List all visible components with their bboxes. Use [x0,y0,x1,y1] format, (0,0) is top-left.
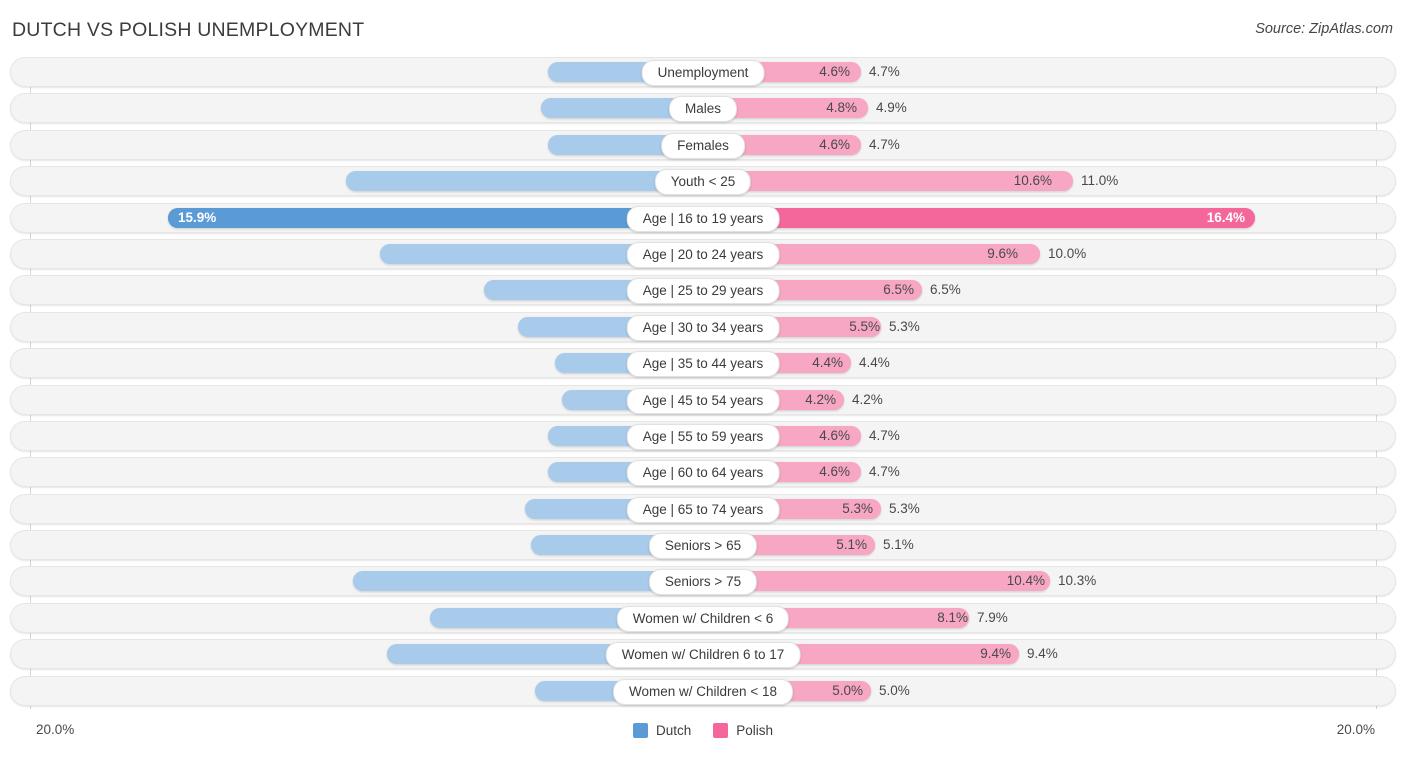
value-label-dutch: 4.2% [805,391,836,407]
legend-label: Dutch [655,723,692,738]
legend-item[interactable]: Dutch [632,723,692,738]
value-label-dutch: 4.8% [826,100,857,116]
category-label-pill: Women w/ Children 6 to 17 [605,642,801,669]
value-label-polish: 4.4% [859,355,890,371]
value-label-polish: 4.9% [876,100,907,116]
category-label-pill: Women w/ Children < 6 [616,605,790,632]
bar-row: 6.5% 6.5% Age | 25 to 29 years [0,275,1406,306]
bar-row: 5.0% 5.0% Women w/ Children < 18 [0,675,1406,706]
bar-row: 5.1% 5.1% Seniors > 65 [0,530,1406,561]
bar-row: 4.6% 4.7% Unemployment [0,57,1406,87]
category-label-pill: Age | 25 to 29 years [626,278,780,305]
chart-plot-area: 4.6% 4.7% Unemployment 4.8% 4.9% Males 4.6% 4.7… [0,57,1406,714]
value-label-polish: 5.3% [889,500,920,516]
category-label-pill: Females [661,132,745,159]
value-label-dutch: 5.0% [832,682,863,698]
legend-swatch-icon [632,723,648,738]
value-label-polish: 4.2% [852,391,883,407]
category-label-pill: Unemployment [641,60,765,86]
bar-row: 4.6% 4.7% Age | 60 to 64 years [0,457,1406,488]
bar-dutch [346,171,703,192]
category-label-pill: Women w/ Children < 18 [613,678,793,705]
category-label-pill: Age | 30 to 34 years [626,314,780,341]
value-label-polish: 6.5% [930,282,961,298]
value-label-polish: 11.0% [1081,173,1119,189]
bar-dutch [168,207,703,228]
bar-rows-container: 4.6% 4.7% Unemployment 4.8% 4.9% Males 4.6% 4.7… [0,57,1406,712]
category-label-pill: Age | 16 to 19 years [626,205,780,232]
bar-row: 4.2% 4.2% Age | 45 to 54 years [0,384,1406,415]
legend-item[interactable]: Polish [713,723,773,738]
value-label-polish: 5.3% [889,318,920,334]
chart-legend: Dutch Polish [0,723,1406,738]
bar-row: 4.4% 4.4% Age | 35 to 44 years [0,348,1406,379]
value-label-polish: 4.7% [869,464,900,480]
bar-row: 4.8% 4.9% Males [0,93,1406,124]
value-label-polish: 9.4% [1027,646,1058,662]
value-label-dutch: 15.9% [178,209,217,225]
value-label-polish: 7.9% [977,609,1008,625]
value-label-polish: 5.1% [883,537,914,553]
category-label-pill: Seniors > 75 [648,569,758,596]
value-label-polish: 10.3% [1058,573,1097,589]
value-label-dutch: 8.1% [937,609,968,625]
legend-label: Polish [736,723,774,738]
chart-header: DUTCH VS POLISH UNEMPLOYMENT Source: Zip… [0,0,1406,57]
category-label-pill: Males [668,96,738,123]
value-label-dutch: 4.6% [819,464,850,480]
bar-row: 10.4% 10.3% Seniors > 75 [0,566,1406,597]
value-label-polish: 4.7% [869,427,900,443]
value-label-dutch: 10.4% [1006,573,1045,589]
value-label-polish: 4.7% [869,136,900,152]
value-label-dutch: 4.6% [819,64,850,79]
value-label-polish: 10.0% [1048,245,1087,261]
value-label-polish: 16.4% [1206,209,1245,225]
value-label-dutch: 5.5% [849,318,880,334]
value-label-dutch: 10.6% [1013,173,1052,189]
bar-row: 9.6% 10.0% Age | 20 to 24 years [0,238,1406,269]
bar-row: 8.1% 7.9% Women w/ Children < 6 [0,602,1406,633]
value-label-dutch: 6.5% [883,282,914,298]
value-label-dutch: 4.6% [819,427,850,443]
value-label-dutch: 4.6% [819,136,850,152]
bar-row: 4.6% 4.7% Age | 55 to 59 years [0,420,1406,451]
bar-row: 15.9% 16.4% Age | 16 to 19 years [0,202,1406,233]
category-label-pill: Age | 65 to 74 years [626,496,780,523]
source-attribution: Source: ZipAtlas.com [1255,21,1393,37]
bar-row: 9.4% 9.4% Women w/ Children 6 to 17 [0,639,1406,670]
category-label-pill: Age | 60 to 64 years [626,460,780,487]
category-label-pill: Age | 20 to 24 years [626,241,780,268]
category-label-pill: Age | 35 to 44 years [626,351,780,378]
value-label-polish: 4.7% [869,64,900,79]
value-label-dutch: 9.6% [987,245,1018,261]
category-label-pill: Age | 45 to 54 years [626,387,780,414]
value-label-dutch: 5.3% [842,500,873,516]
category-label-pill: Age | 55 to 59 years [626,423,780,450]
chart-footer: 20.0% 20.0% Dutch Polish [0,714,1406,757]
value-label-dutch: 9.4% [980,646,1011,662]
legend-swatch-icon [713,723,729,738]
value-label-polish: 5.0% [879,682,910,698]
value-label-dutch: 5.1% [836,537,867,553]
bar-row: 5.3% 5.3% Age | 65 to 74 years [0,493,1406,524]
category-label-pill: Seniors > 65 [648,533,758,560]
category-label-pill: Youth < 25 [654,169,752,196]
bar-row: 10.6% 11.0% Youth < 25 [0,166,1406,197]
page-title: DUTCH VS POLISH UNEMPLOYMENT [12,19,365,41]
bar-polish [703,207,1255,228]
bar-row: 5.5% 5.3% Age | 30 to 34 years [0,311,1406,342]
value-label-dutch: 4.4% [812,355,843,371]
bar-row: 4.6% 4.7% Females [0,129,1406,160]
